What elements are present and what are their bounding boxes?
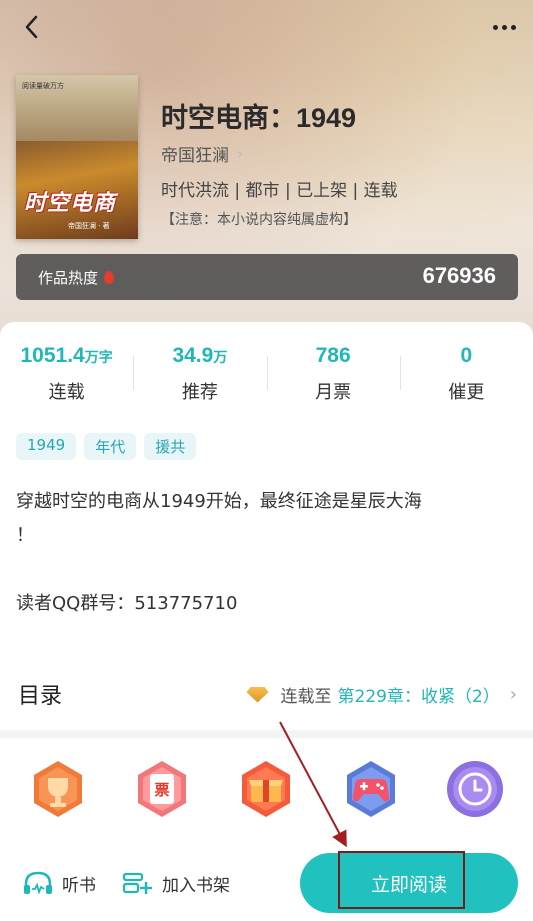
book-notice: 【注意：本小说内容纯属虚构】	[161, 212, 357, 228]
book-description: 穿越时空的电商从1949开始，最终征途是星辰大海 ！ 读者QQ群号：513775…	[16, 491, 422, 614]
section-divider	[0, 730, 533, 738]
feature-icon-row: 票	[0, 758, 533, 822]
tag-item[interactable]: 年代	[84, 433, 137, 460]
more-button[interactable]	[489, 14, 519, 40]
tag-item[interactable]: 援共	[144, 433, 197, 460]
toc-title: 目录	[18, 684, 63, 709]
cover-top-text: 阅读量破万方	[22, 82, 64, 90]
diamond-icon	[246, 686, 269, 703]
author-name: 帝国狂澜	[161, 146, 229, 166]
heat-value: 676936	[422, 263, 496, 288]
stat-urge-update[interactable]: 0 催更	[399, 344, 533, 414]
latest-chapter: 第229章：收紧（2）	[337, 687, 500, 707]
clock-icon[interactable]	[444, 758, 506, 820]
gift-box-icon[interactable]	[235, 758, 297, 820]
heat-bar[interactable]: 作品热度 676936	[16, 254, 518, 300]
author-link[interactable]: 帝国狂澜 ›	[161, 141, 243, 166]
add-shelf-icon	[122, 872, 152, 894]
back-button[interactable]	[18, 12, 48, 42]
add-to-shelf-button[interactable]: 加入书架	[122, 870, 230, 896]
book-cover[interactable]: 阅读量破万方 时空电商 帝国狂澜 · 著	[16, 75, 138, 239]
book-title: 时空电商：1949	[161, 103, 357, 133]
listen-button[interactable]: 听书	[22, 870, 96, 896]
annotation-highlight-box	[338, 851, 465, 909]
chevron-right-icon: ›	[237, 144, 244, 163]
tag-list: 1949 年代 援共	[16, 433, 197, 460]
table-of-contents-row[interactable]: 目录 连载至 第229章：收紧（2） ›	[0, 664, 533, 720]
more-dots-icon	[492, 24, 498, 30]
stat-recommend[interactable]: 34.9万 推荐	[133, 344, 266, 414]
svg-text:票: 票	[155, 781, 170, 799]
book-detail-panel: 1051.4万字 连载 34.9万 推荐 786 月票 0 催更 1949 年代…	[0, 322, 533, 742]
toc-latest-chapter: 连载至 第229章：收紧（2） ›	[246, 682, 517, 707]
book-genre: 时代洪流 | 都市 | 已上架 | 连载	[161, 181, 398, 201]
stats-row: 1051.4万字 连载 34.9万 推荐 786 月票 0 催更	[0, 344, 533, 414]
ticket-icon[interactable]: 票	[131, 758, 193, 820]
stat-monthly-ticket[interactable]: 786 月票	[266, 344, 400, 414]
chevron-right-icon: ›	[509, 684, 517, 705]
gamepad-icon[interactable]	[340, 758, 402, 820]
flame-icon	[104, 271, 115, 284]
stat-words[interactable]: 1051.4万字 连载	[0, 344, 133, 414]
chevron-left-icon	[25, 15, 38, 39]
cover-title: 时空电商	[24, 191, 117, 216]
heat-label: 作品热度	[38, 267, 115, 288]
headphones-icon	[24, 871, 52, 895]
trophy-icon[interactable]	[27, 758, 89, 820]
cover-author: 帝国狂澜 · 著	[68, 222, 110, 230]
tag-item[interactable]: 1949	[16, 433, 77, 460]
